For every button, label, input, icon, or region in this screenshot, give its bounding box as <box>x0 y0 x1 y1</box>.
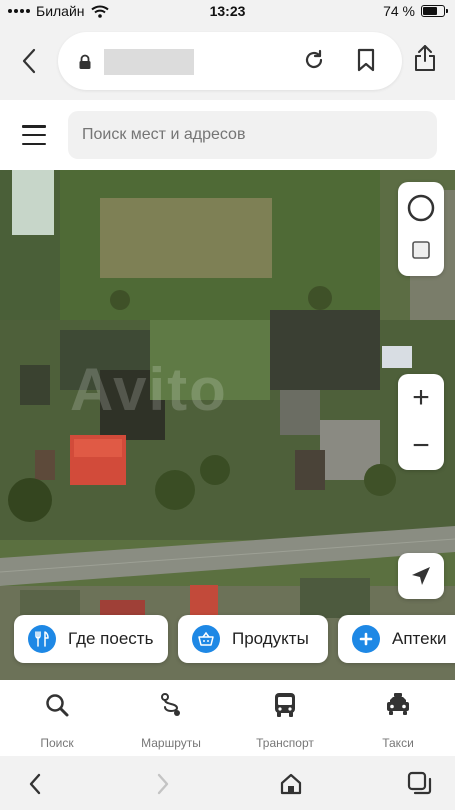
search-icon <box>44 690 70 720</box>
route-icon <box>158 690 184 720</box>
tab-label: Транспорт <box>256 736 314 750</box>
battery-percent: 74 % <box>383 3 415 19</box>
layers-circle-button[interactable] <box>405 192 437 224</box>
browser-bottom-toolbar <box>0 756 455 810</box>
zoom-out-button[interactable]: − <box>398 422 444 470</box>
chevron-left-icon <box>29 773 41 795</box>
reload-icon <box>305 49 323 69</box>
status-right: 74 % <box>383 3 448 19</box>
url-field[interactable] <box>58 32 402 90</box>
search-input[interactable] <box>68 111 437 159</box>
chip-groceries[interactable]: Продукты <box>178 615 328 663</box>
satellite-imagery <box>0 170 455 680</box>
reload-button[interactable] <box>302 48 326 77</box>
bookmark-button[interactable] <box>356 48 376 77</box>
tab-routes[interactable]: Маршруты <box>116 690 226 750</box>
lock-icon <box>79 54 91 69</box>
tab-label: Такси <box>382 736 414 750</box>
chip-label: Где поесть <box>68 629 154 648</box>
tabs-icon <box>407 771 432 795</box>
url-redacted <box>104 49 194 75</box>
bookmark-icon <box>357 48 375 72</box>
location-arrow-icon <box>412 567 430 585</box>
battery-icon <box>421 5 448 17</box>
bottom-tab-bar: Поиск Маршруты Транспорт Такси <box>0 680 455 756</box>
layers-circle-icon <box>407 194 435 222</box>
category-chips: Где поесть Продукты Аптеки <box>0 615 455 665</box>
chip-label: Продукты <box>232 629 309 648</box>
chevron-right-icon <box>157 773 169 795</box>
plus-cross-icon <box>352 625 380 653</box>
tab-search[interactable]: Поиск <box>2 690 112 750</box>
share-button[interactable] <box>414 44 436 77</box>
battery-fill <box>423 7 438 15</box>
tab-label: Поиск <box>40 736 74 750</box>
map-search-header <box>0 100 455 170</box>
map-watermark: Avito <box>70 356 228 423</box>
tabs-button[interactable] <box>405 769 435 799</box>
locate-me-button[interactable] <box>398 553 444 599</box>
layers-panel <box>398 182 444 276</box>
history-back-button[interactable] <box>20 769 50 799</box>
history-forward-button[interactable] <box>148 769 178 799</box>
status-bar: Билайн 13:23 74 % <box>0 0 455 24</box>
home-icon <box>280 773 302 795</box>
basket-icon <box>192 625 220 653</box>
zoom-panel: + − <box>398 374 444 470</box>
tab-transport[interactable]: Транспорт <box>230 690 340 750</box>
bus-icon <box>272 690 298 720</box>
zoom-in-button[interactable]: + <box>398 374 444 422</box>
share-icon <box>415 45 435 71</box>
browser-back-button[interactable] <box>14 44 44 78</box>
taxi-icon <box>384 690 412 720</box>
tab-taxi[interactable]: Такси <box>343 690 453 750</box>
chip-food[interactable]: Где поесть <box>14 615 168 663</box>
chip-label: Аптеки <box>392 629 447 648</box>
hamburger-menu-icon[interactable] <box>22 125 46 145</box>
fork-knife-icon <box>28 625 56 653</box>
chip-pharmacy[interactable]: Аптеки <box>338 615 455 663</box>
chevron-left-icon <box>22 48 36 74</box>
browser-address-bar <box>0 24 455 100</box>
satellite-map[interactable]: Avito + − Где поесть Продукты Аптеки <box>0 170 455 680</box>
tab-label: Маршруты <box>141 736 201 750</box>
home-button[interactable] <box>276 769 306 799</box>
layers-square-icon <box>412 241 430 259</box>
layers-square-button[interactable] <box>405 234 437 266</box>
